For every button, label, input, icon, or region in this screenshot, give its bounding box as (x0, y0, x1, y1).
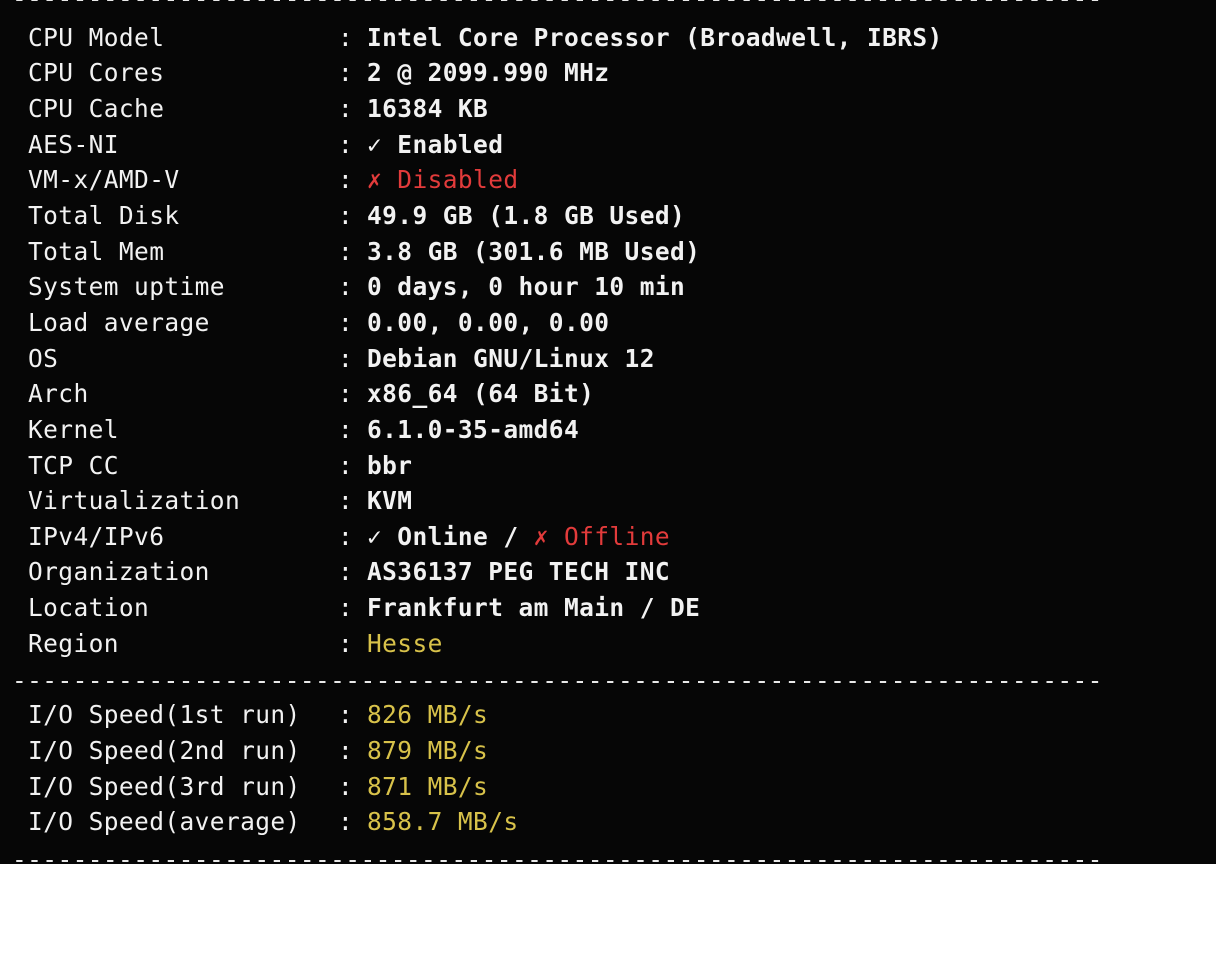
info-key: TCP CC (28, 451, 119, 480)
info-row-arch: Arch : x86_64 (64 Bit) (28, 377, 1188, 411)
info-row-load-average: Load average : 0.00, 0.00, 0.00 (28, 306, 1188, 340)
info-row-kernel: Kernel : 6.1.0-35-amd64 (28, 413, 1188, 447)
info-colon: : (338, 486, 354, 515)
io-row-2nd-run: I/O Speed(2nd run) : 879 MB/s (28, 734, 1188, 768)
ipv4-online-status: ✓ Online / (367, 522, 519, 551)
info-value: 6.1.0-35-amd64 (367, 415, 580, 444)
info-value: 3.8 GB (301.6 MB Used) (367, 237, 701, 266)
info-colon: : (338, 415, 354, 444)
info-row-cpu-cache: CPU Cache : 16384 KB (28, 92, 1188, 126)
io-key: I/O Speed(3rd run) (28, 772, 301, 801)
info-row-total-disk: Total Disk : 49.9 GB (1.8 GB Used) (28, 199, 1188, 233)
info-key: Organization (28, 557, 210, 586)
info-row-location: Location : Frankfurt am Main / DE (28, 591, 1188, 625)
info-key: CPU Cores (28, 58, 165, 87)
info-colon: : (338, 165, 354, 194)
info-row-total-mem: Total Mem : 3.8 GB (301.6 MB Used) (28, 235, 1188, 269)
io-key: I/O Speed(average) (28, 807, 301, 836)
io-key: I/O Speed(2nd run) (28, 736, 301, 765)
info-value: Intel Core Processor (Broadwell, IBRS) (367, 23, 943, 52)
info-colon: : (338, 272, 354, 301)
info-key: Kernel (28, 415, 119, 444)
info-colon: : (338, 522, 354, 551)
info-key: IPv4/IPv6 (28, 522, 165, 551)
info-value: Frankfurt am Main / DE (367, 593, 701, 622)
info-row-cpu-model: CPU Model : Intel Core Processor (Broadw… (28, 21, 1188, 55)
separator-line: ----------------------------------------… (12, 666, 1102, 695)
info-colon: : (338, 58, 354, 87)
terminal-output: ----------------------------------------… (12, 0, 1208, 874)
info-colon: : (338, 593, 354, 622)
io-value: 826 MB/s (367, 700, 489, 729)
io-row-3rd-run: I/O Speed(3rd run) : 871 MB/s (28, 770, 1188, 804)
info-row-os: OS : Debian GNU/Linux 12 (28, 342, 1188, 376)
info-value: Debian GNU/Linux 12 (367, 344, 655, 373)
info-key: Location (28, 593, 150, 622)
info-row-region: Region : Hesse (28, 627, 1188, 661)
info-value: 0.00, 0.00, 0.00 (367, 308, 610, 337)
io-key: I/O Speed(1st run) (28, 700, 301, 729)
info-colon: : (338, 201, 354, 230)
io-row-1st-run: I/O Speed(1st run) : 826 MB/s (28, 698, 1188, 732)
info-colon: : (338, 379, 354, 408)
info-value: ✓ Online / ✗ Offline (367, 520, 670, 554)
info-value: 49.9 GB (1.8 GB Used) (367, 201, 686, 230)
separator-line: ----------------------------------------… (12, 0, 1102, 14)
info-row-ipv4-ipv6: IPv4/IPv6 : ✓ Online / ✗ Offline (28, 520, 1188, 554)
io-row-average: I/O Speed(average) : 858.7 MB/s (28, 805, 1188, 839)
info-key: AES-NI (28, 130, 119, 159)
info-value: 2 @ 2099.990 MHz (367, 58, 610, 87)
info-key: Total Disk (28, 201, 180, 230)
info-row-vmx-amdv: VM-x/AMD-V : ✗ Disabled (28, 163, 1188, 197)
info-colon: : (338, 94, 354, 123)
terminal-window: ----------------------------------------… (0, 0, 1216, 874)
info-row-system-uptime: System uptime : 0 days, 0 hour 10 min (28, 270, 1188, 304)
info-value: bbr (367, 451, 413, 480)
io-value: 879 MB/s (367, 736, 489, 765)
info-colon: : (338, 237, 354, 266)
info-row-cpu-cores: CPU Cores : 2 @ 2099.990 MHz (28, 56, 1188, 90)
info-value-enabled: ✓ Enabled (367, 130, 504, 159)
info-value-region: Hesse (367, 629, 443, 658)
info-key: CPU Model (28, 23, 165, 52)
info-key: Region (28, 629, 119, 658)
info-key: Load average (28, 308, 210, 337)
io-value: 871 MB/s (367, 772, 489, 801)
io-value: 858.7 MB/s (367, 807, 519, 836)
info-colon: : (338, 23, 354, 52)
info-colon: : (338, 451, 354, 480)
io-colon: : (338, 700, 354, 729)
info-value: 16384 KB (367, 94, 489, 123)
info-key: Virtualization (28, 486, 241, 515)
info-key: VM-x/AMD-V (28, 165, 180, 194)
info-key: System uptime (28, 272, 225, 301)
info-key: Total Mem (28, 237, 165, 266)
info-colon: : (338, 308, 354, 337)
info-value: x86_64 (64 Bit) (367, 379, 595, 408)
info-row-aes-ni: AES-NI : ✓ Enabled (28, 128, 1188, 162)
info-key: CPU Cache (28, 94, 165, 123)
io-colon: : (338, 807, 354, 836)
info-key: Arch (28, 379, 89, 408)
info-colon: : (338, 130, 354, 159)
info-value: 0 days, 0 hour 10 min (367, 272, 686, 301)
io-colon: : (338, 772, 354, 801)
info-value: AS36137 PEG TECH INC (367, 557, 671, 586)
info-colon: : (338, 629, 354, 658)
info-value-disabled: ✗ Disabled (367, 165, 519, 194)
info-colon: : (338, 344, 354, 373)
info-row-virtualization: Virtualization : KVM (28, 484, 1188, 518)
info-row-organization: Organization : AS36137 PEG TECH INC (28, 555, 1188, 589)
io-colon: : (338, 736, 354, 765)
info-row-tcp-cc: TCP CC : bbr (28, 449, 1188, 483)
separator-line: ----------------------------------------… (12, 845, 1102, 874)
ipv6-offline-status: ✗ Offline (533, 522, 671, 551)
info-colon: : (338, 557, 354, 586)
info-value: KVM (367, 486, 413, 515)
info-key: OS (28, 344, 59, 373)
